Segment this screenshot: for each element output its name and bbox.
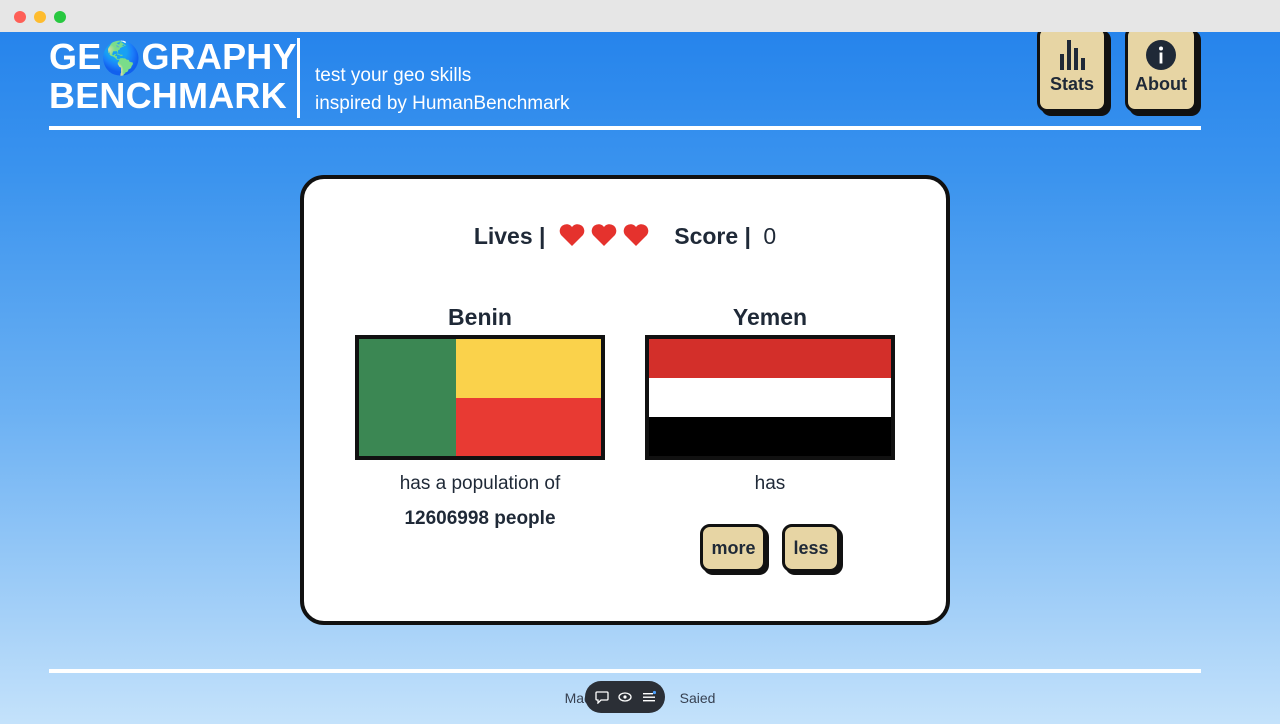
info-icon: [1146, 40, 1176, 70]
left-country-name: Benin: [448, 304, 512, 330]
score-value: 0: [763, 223, 777, 249]
footer-divider: [49, 669, 1201, 673]
footer-text-right: Saied: [679, 690, 716, 706]
choice-buttons: more less: [645, 524, 895, 572]
game-status: Lives | Score | 0: [304, 223, 946, 250]
logo-text-graphy: GRAPHY: [141, 36, 297, 77]
left-country-description: has a population of: [399, 473, 561, 494]
bar-chart-icon: [1060, 40, 1085, 70]
right-country-name: Yemen: [732, 304, 808, 330]
logo-divider: [297, 38, 300, 118]
about-button[interactable]: About: [1125, 32, 1197, 112]
game-card: Lives | Score | 0 Benin has a population…: [300, 175, 950, 625]
stats-label: Stats: [1049, 74, 1094, 94]
left-country: Benin has a population of 12606998 peopl…: [355, 301, 605, 530]
score-label: Score |: [674, 223, 751, 249]
about-label: About: [1135, 74, 1187, 94]
left-country-value: 12606998 people: [404, 508, 556, 529]
tagline-line-2: inspired by HumanBenchmark: [315, 93, 570, 114]
logo-text-ge: GE: [49, 36, 102, 77]
lives-label: Lives |: [473, 223, 546, 249]
tagline-line-1: test your geo skills: [315, 65, 472, 86]
right-country: Yemen has more less: [645, 301, 895, 572]
heart-icon: [559, 224, 585, 246]
benin-flag-icon: [355, 335, 605, 460]
less-button[interactable]: less: [782, 524, 840, 572]
globe-icon: 🌎: [101, 40, 142, 76]
floating-toolbar: [585, 681, 665, 713]
yemen-flag-icon: [645, 335, 895, 460]
window-titlebar: [0, 0, 1280, 32]
logo-text-benchmark: BENCHMARK: [49, 75, 287, 116]
minimize-window-button[interactable]: [34, 11, 46, 23]
zoom-window-button[interactable]: [54, 11, 66, 23]
app-page: GE🌎GRAPHY BENCHMARK test your geo skills…: [0, 32, 1280, 724]
more-button[interactable]: more: [700, 524, 767, 572]
menu-icon[interactable]: [642, 690, 656, 704]
lives-hearts: [558, 223, 650, 247]
app-logo[interactable]: GE🌎GRAPHY BENCHMARK: [49, 38, 297, 115]
comment-icon[interactable]: [594, 690, 609, 704]
stats-button[interactable]: Stats: [1037, 32, 1107, 112]
heart-icon: [591, 224, 617, 246]
eye-icon[interactable]: [618, 690, 632, 704]
right-country-description: has: [754, 473, 786, 494]
heart-icon: [623, 224, 649, 246]
tagline: test your geo skills inspired by HumanBe…: [315, 62, 570, 118]
header: GE🌎GRAPHY BENCHMARK test your geo skills…: [49, 32, 1201, 130]
close-window-button[interactable]: [14, 11, 26, 23]
